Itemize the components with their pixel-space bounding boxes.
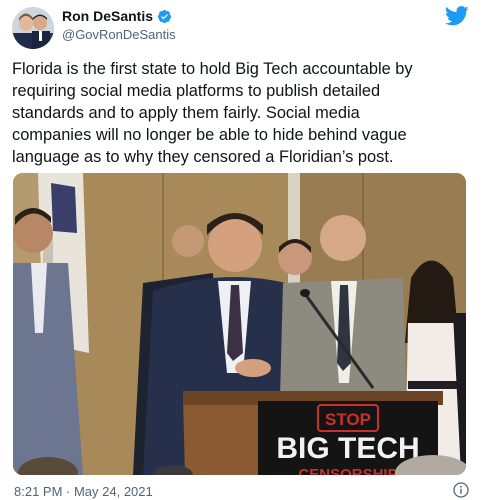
twitter-bird-icon[interactable] [445,6,469,26]
info-icon[interactable] [453,482,469,498]
podium-sign-stop: STOP [325,410,371,429]
podium-sign-big-tech: BIG TECH [276,432,419,465]
verified-badge-icon [157,9,172,23]
author-name-row: Ron DeSantis [62,8,172,24]
author-handle[interactable]: @GovRonDeSantis [62,27,176,42]
avatar[interactable] [12,7,54,49]
tweet-timestamp[interactable]: 8:21 PM · May 24, 2021 [14,484,153,499]
tweet-card: Ron DeSantis @GovRonDeSantis Florida is … [0,0,483,500]
display-name[interactable]: Ron DeSantis [62,8,153,24]
tweet-text: Florida is the first state to hold Big T… [12,60,413,166]
tweet-photo[interactable]: STOP BIG TECH CENSORSHIP [13,173,466,475]
podium-sign-censorship: CENSORSHIP [298,466,397,475]
